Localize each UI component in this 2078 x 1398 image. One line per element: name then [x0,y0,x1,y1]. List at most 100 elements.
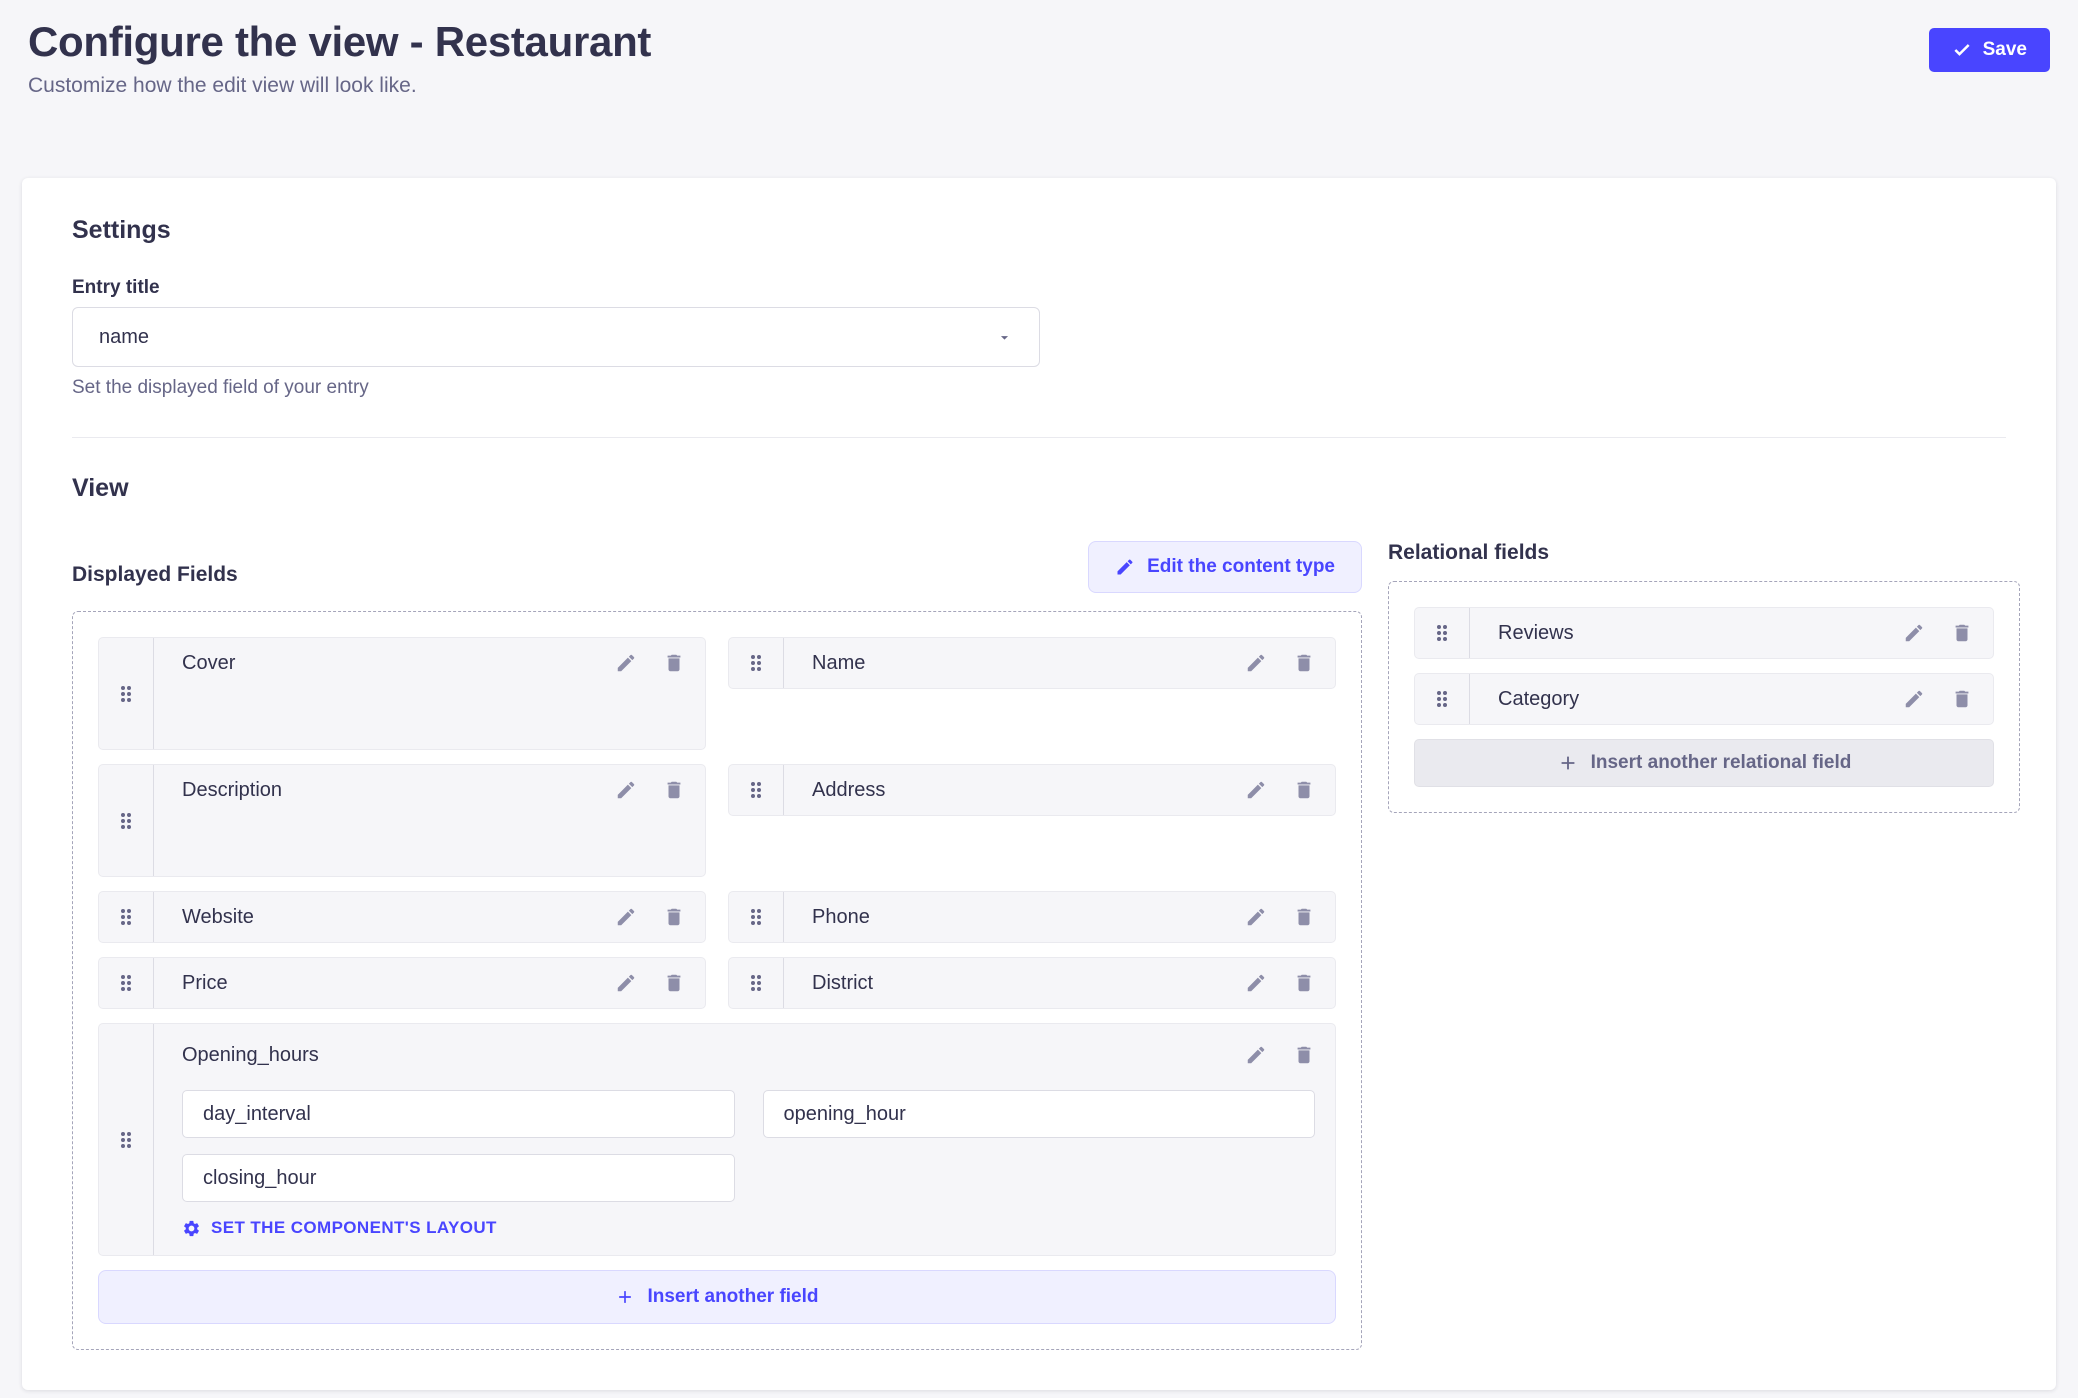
entry-title-select[interactable]: name [72,307,1040,367]
main-panel: Settings Entry title name Set the displa… [22,178,2056,1390]
pencil-icon[interactable] [1245,972,1267,994]
pencil-icon[interactable] [615,906,637,928]
drag-handle[interactable] [1415,608,1470,658]
drag-handle[interactable] [729,958,784,1008]
pencil-icon[interactable] [1245,779,1267,801]
trash-icon[interactable] [1293,779,1315,801]
trash-icon[interactable] [663,652,685,674]
relational-field-label: Category [1498,688,1903,711]
entry-title-selected-value: name [99,326,149,349]
field-label: Website [182,906,615,929]
drag-handle[interactable] [99,1024,154,1255]
field-card-description[interactable]: Description [98,764,706,877]
trash-icon[interactable] [663,906,685,928]
field-card-address[interactable]: Address [728,764,1336,816]
field-card-name[interactable]: Name [728,637,1336,689]
drag-handle-icon [748,778,764,802]
drag-handle-icon [748,971,764,995]
pencil-icon[interactable] [615,972,637,994]
drag-handle[interactable] [99,958,154,1008]
drag-handle-icon [748,905,764,929]
settings-heading: Settings [72,216,2006,245]
drag-handle-icon [118,971,134,995]
field-label: Phone [812,906,1245,929]
pencil-icon[interactable] [615,779,637,801]
field-label: Description [182,779,615,802]
drag-handle[interactable] [99,638,154,749]
trash-icon[interactable] [1951,688,1973,710]
component-subfield-day-interval[interactable]: day_interval [182,1090,735,1138]
gear-icon [182,1219,201,1238]
drag-handle[interactable] [1415,674,1470,724]
trash-icon[interactable] [1293,906,1315,928]
view-heading: View [72,474,2006,503]
check-icon [1952,40,1972,60]
relational-fields-column: Relational fields Reviews [1388,541,2020,813]
section-divider [72,437,2006,438]
trash-icon[interactable] [1293,972,1315,994]
relational-card-reviews[interactable]: Reviews [1414,607,1994,659]
insert-field-label: Insert another field [647,1286,818,1308]
entry-title-label: Entry title [72,277,2006,299]
trash-icon[interactable] [1293,652,1315,674]
page-header: Configure the view - Restaurant Customiz… [0,0,2078,98]
field-label: Name [812,652,1245,675]
plus-icon [615,1287,635,1307]
component-label: Opening_hours [182,1044,1245,1067]
pencil-icon[interactable] [1245,1044,1267,1066]
pencil-icon [1115,557,1135,577]
set-component-layout-label: SET THE COMPONENT'S LAYOUT [211,1218,497,1238]
pencil-icon[interactable] [615,652,637,674]
drag-handle-icon [118,809,134,833]
settings-section: Settings Entry title name Set the displa… [72,216,2006,399]
insert-relational-field-button[interactable]: Insert another relational field [1414,739,1994,787]
field-card-district[interactable]: District [728,957,1336,1009]
field-row: Website Phone [98,891,1336,943]
drag-handle-icon [118,1128,134,1152]
drag-handle[interactable] [729,638,784,688]
insert-field-button[interactable]: Insert another field [98,1270,1336,1324]
displayed-fields-dropzone: Cover Name [72,611,1362,1350]
drag-handle-icon [118,682,134,706]
component-subfield-opening-hour[interactable]: opening_hour [763,1090,1316,1138]
drag-handle[interactable] [99,765,154,876]
set-component-layout-button[interactable]: SET THE COMPONENT'S LAYOUT [182,1218,497,1238]
drag-handle[interactable] [729,765,784,815]
trash-icon[interactable] [1951,622,1973,644]
relational-fields-heading: Relational fields [1388,541,2020,565]
chevron-down-icon [996,329,1013,346]
pencil-icon[interactable] [1245,652,1267,674]
insert-relational-field-label: Insert another relational field [1591,752,1852,774]
relational-card-category[interactable]: Category [1414,673,1994,725]
field-label: District [812,972,1245,995]
field-label: Address [812,779,1245,802]
edit-content-type-label: Edit the content type [1147,556,1335,578]
pencil-icon[interactable] [1903,622,1925,644]
trash-icon[interactable] [1293,1044,1315,1066]
pencil-icon[interactable] [1245,906,1267,928]
relational-fields-dropzone: Reviews Category [1388,581,2020,813]
field-label: Price [182,972,615,995]
field-row: Description Address [98,764,1336,877]
drag-handle[interactable] [99,892,154,942]
trash-icon[interactable] [663,972,685,994]
field-card-price[interactable]: Price [98,957,706,1009]
plus-icon [1557,752,1579,774]
field-label: Cover [182,652,615,675]
entry-title-help: Set the displayed field of your entry [72,377,2006,399]
pencil-icon[interactable] [1903,688,1925,710]
field-card-opening-hours[interactable]: Opening_hours day_interval opening_hour … [98,1023,1336,1256]
field-row: Cover Name [98,637,1336,750]
page-subtitle: Customize how the edit view will look li… [28,74,651,98]
field-card-cover[interactable]: Cover [98,637,706,750]
save-button-label: Save [1983,39,2027,61]
component-subfield-closing-hour[interactable]: closing_hour [182,1154,735,1202]
save-button[interactable]: Save [1929,28,2050,72]
trash-icon[interactable] [663,779,685,801]
drag-handle[interactable] [729,892,784,942]
view-section: View Displayed Fields Edit the content t… [72,474,2006,1350]
field-card-phone[interactable]: Phone [728,891,1336,943]
field-card-website[interactable]: Website [98,891,706,943]
edit-content-type-button[interactable]: Edit the content type [1088,541,1362,593]
displayed-fields-column: Displayed Fields Edit the content type C… [72,541,1362,1350]
